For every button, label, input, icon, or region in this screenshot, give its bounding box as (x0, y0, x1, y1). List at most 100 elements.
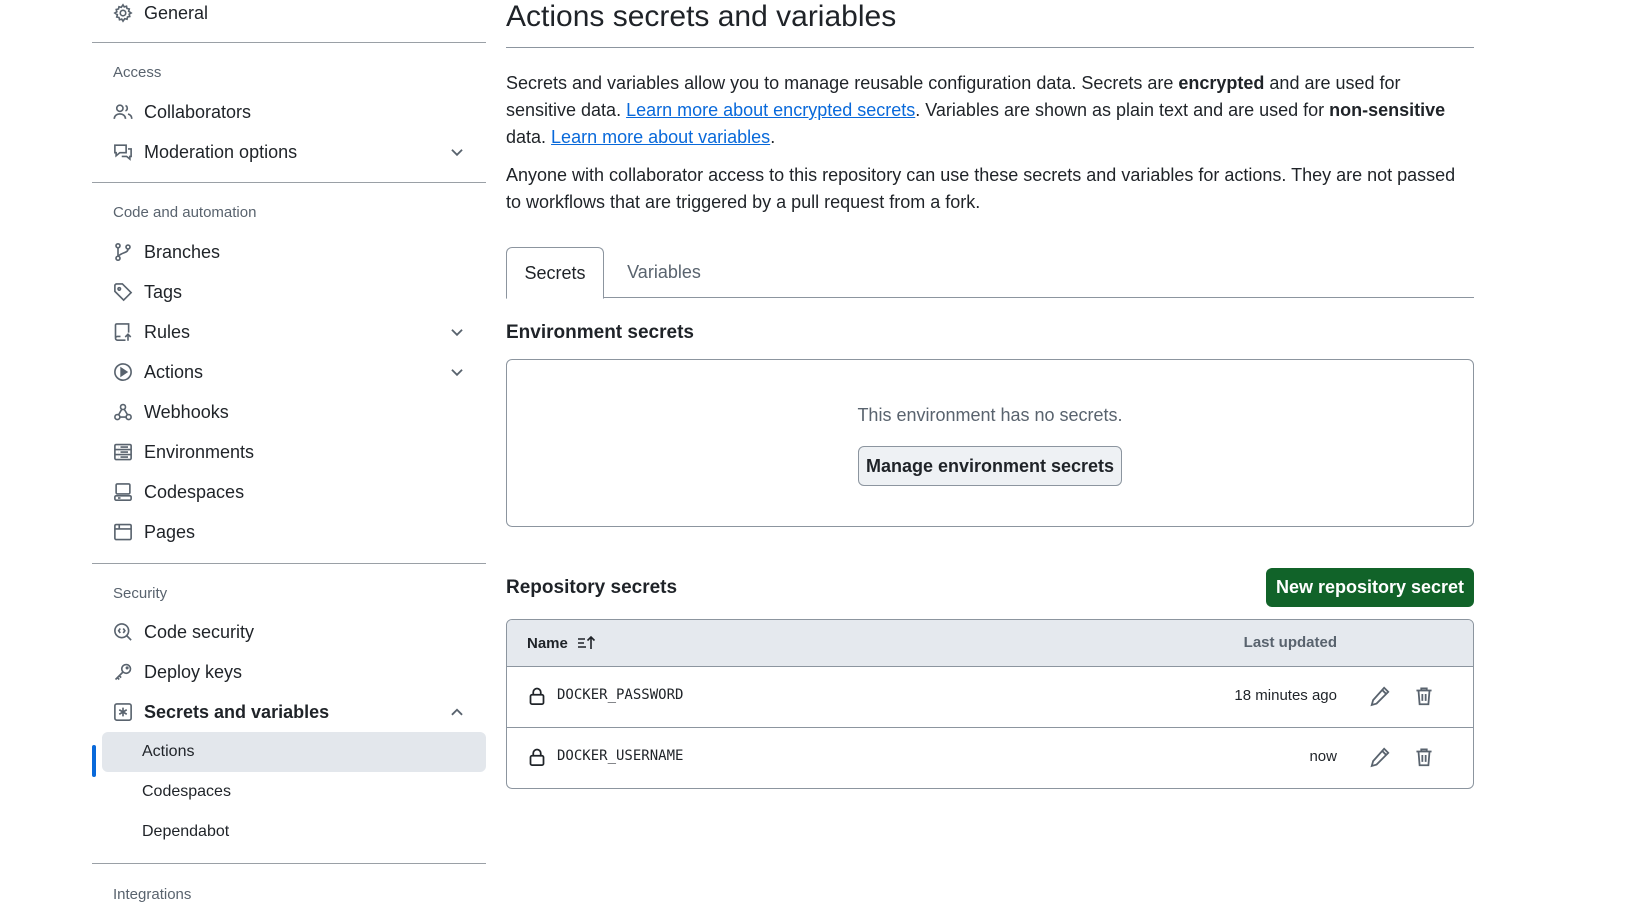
intro-emphasis: encrypted (1178, 73, 1265, 93)
people-icon (112, 101, 134, 123)
sidebar-item-label: Deploy keys (144, 661, 243, 682)
sidebar-item-label: Branches (144, 241, 221, 262)
column-name-header[interactable]: Name (527, 634, 597, 652)
sidebar-item-label: Secrets and variables (144, 701, 330, 722)
sidebar-item-label: Moderation options (144, 141, 298, 162)
sidebar-item-label: Code security (144, 621, 255, 642)
trash-icon[interactable] (1413, 746, 1435, 768)
trash-icon[interactable] (1413, 685, 1435, 707)
chevron-up-icon[interactable] (448, 703, 466, 721)
sidebar-item-code-security[interactable]: Code security (92, 612, 486, 652)
lock-icon (527, 686, 547, 706)
intro-text: . (770, 127, 776, 147)
divider (506, 47, 1474, 48)
section-heading-access: Access (113, 64, 162, 81)
intro-text: . Variables are shown as plain text and … (915, 100, 1330, 120)
intro-paragraph: Secrets and variables allow you to manag… (506, 70, 1474, 151)
codespaces-icon (112, 481, 134, 503)
divider (92, 182, 486, 183)
column-updated-header: Last updated (1243, 634, 1337, 651)
gear-icon (112, 2, 134, 24)
pencil-icon[interactable] (1369, 685, 1391, 707)
environment-secrets-heading: Environment secrets (506, 322, 694, 343)
sidebar-item-codespaces[interactable]: Codespaces (92, 472, 486, 512)
table-row: DOCKER_PASSWORD 18 minutes ago (507, 667, 1473, 728)
tab-secrets[interactable]: Secrets (506, 247, 604, 299)
git-branch-icon (112, 241, 134, 263)
sidebar-item-secrets-and-variables[interactable]: Secrets and variables (92, 692, 486, 732)
lock-icon (527, 747, 547, 767)
page-title: Actions secrets and variables (506, 0, 897, 33)
chevron-down-icon[interactable] (448, 143, 466, 161)
sidebar-item-environments[interactable]: Environments (92, 432, 486, 472)
intro-text: data. (506, 127, 552, 147)
manage-environment-secrets-button[interactable]: Manage environment secrets (858, 446, 1122, 486)
table-row: DOCKER_USERNAME now (507, 728, 1473, 788)
environment-secrets-box: This environment has no secrets. Manage … (506, 359, 1474, 527)
divider (92, 863, 486, 864)
sidebar-item-collaborators[interactable]: Collaborators (92, 92, 486, 132)
sidebar-subitem-codespaces[interactable]: Codespaces (92, 772, 486, 812)
column-label: Name (527, 634, 568, 652)
sidebar-item-label: Tags (144, 281, 183, 302)
secret-name: DOCKER_USERNAME (557, 748, 684, 764)
secret-updated: 18 minutes ago (1234, 687, 1337, 704)
repository-secrets-heading: Repository secrets (506, 577, 678, 598)
divider (92, 42, 486, 43)
secret-name: DOCKER_PASSWORD (557, 687, 684, 703)
intro-emphasis: non-sensitive (1329, 100, 1446, 120)
asterisk-icon (112, 701, 134, 723)
sidebar-item-general[interactable]: General (92, 0, 486, 33)
sidebar-subitem-label: Codespaces (142, 783, 231, 800)
server-icon (112, 441, 134, 463)
secrets-variables-tabs: Secrets Variables (506, 247, 1474, 299)
intro-text: Secrets and variables allow you to manag… (506, 73, 1179, 93)
webhook-icon (112, 401, 134, 423)
codescan-icon (112, 621, 134, 643)
learn-more-variables-link[interactable]: Learn more about variables (551, 127, 770, 147)
sidebar-item-label: Actions (144, 361, 204, 382)
sidebar-item-label: Collaborators (144, 101, 252, 122)
secret-updated: now (1309, 748, 1337, 765)
sidebar-item-moderation-options[interactable]: Moderation options (92, 132, 486, 172)
sidebar-item-label: General (144, 2, 209, 23)
chevron-down-icon[interactable] (448, 363, 466, 381)
sidebar-item-label: Pages (144, 521, 196, 542)
sidebar-item-deploy-keys[interactable]: Deploy keys (92, 652, 486, 692)
section-heading-integrations: Integrations (113, 886, 192, 903)
tag-icon (112, 281, 134, 303)
sidebar-subitem-actions[interactable]: Actions (102, 732, 486, 772)
divider (92, 563, 486, 564)
section-heading-code-automation: Code and automation (113, 204, 257, 221)
chevron-down-icon[interactable] (448, 323, 466, 341)
play-icon (112, 361, 134, 383)
sort-ascending-icon[interactable] (577, 634, 597, 652)
sidebar-item-label: Webhooks (144, 401, 229, 422)
key-icon (112, 661, 134, 683)
sidebar-subitem-label: Dependabot (142, 823, 230, 840)
repository-secrets-table: Name Last updated DOCKER_PASSWORD 18 min… (506, 619, 1474, 789)
active-indicator (92, 745, 96, 777)
sidebar-subitem-label: Actions (142, 743, 195, 760)
sidebar-item-tags[interactable]: Tags (92, 272, 486, 312)
table-header: Name Last updated (507, 620, 1473, 667)
sidebar-item-actions[interactable]: Actions (92, 352, 486, 392)
browser-icon (112, 521, 134, 543)
sidebar-item-pages[interactable]: Pages (92, 512, 486, 552)
section-heading-security: Security (113, 585, 168, 602)
new-repository-secret-button[interactable]: New repository secret (1266, 568, 1474, 607)
sidebar-item-branches[interactable]: Branches (92, 232, 486, 272)
sidebar-item-label: Rules (144, 321, 191, 342)
sidebar-item-label: Environments (144, 441, 255, 462)
comment-discussion-icon (112, 141, 134, 163)
repo-push-icon (112, 321, 134, 343)
sidebar-item-label: Codespaces (144, 481, 245, 502)
collaborator-note: Anyone with collaborator access to this … (506, 165, 1456, 212)
tab-variables[interactable]: Variables (624, 247, 704, 297)
sidebar-item-rules[interactable]: Rules (92, 312, 486, 352)
sidebar-item-webhooks[interactable]: Webhooks (92, 392, 486, 432)
empty-state-message: This environment has no secrets. (857, 405, 1123, 425)
pencil-icon[interactable] (1369, 746, 1391, 768)
sidebar-subitem-dependabot[interactable]: Dependabot (92, 812, 486, 852)
learn-more-encrypted-secrets-link[interactable]: Learn more about encrypted secrets (626, 100, 915, 120)
